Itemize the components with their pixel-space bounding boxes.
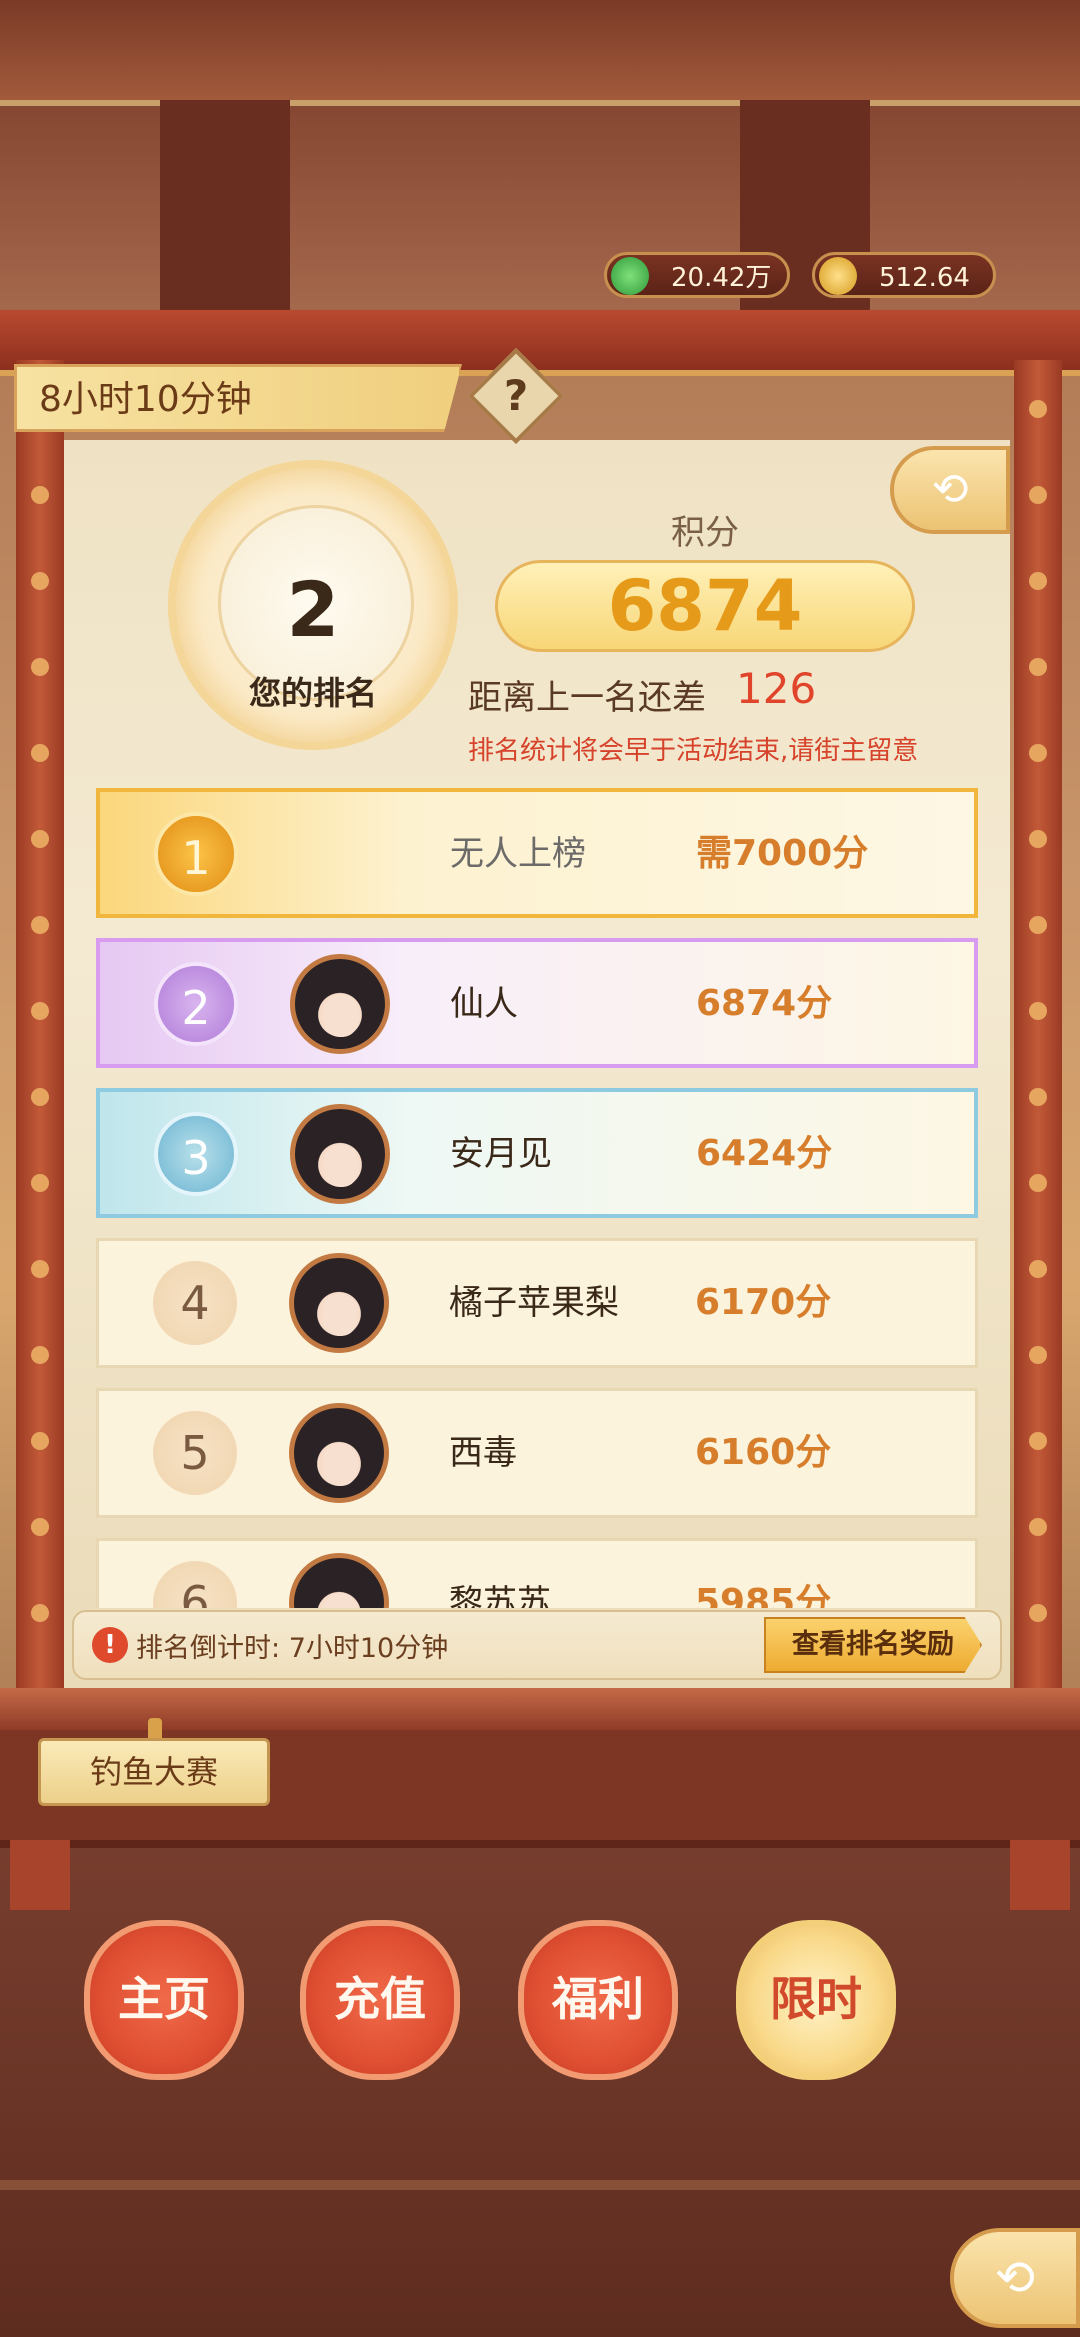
frame-ornament xyxy=(1029,486,1047,504)
frame-ornament xyxy=(31,916,49,934)
floor-line xyxy=(0,2180,1080,2190)
event-timer-banner: 8小时10分钟 xyxy=(14,364,462,432)
player-avatar[interactable] xyxy=(289,1253,389,1353)
player-name: 仙人 xyxy=(450,984,518,1024)
frame-ornament xyxy=(31,658,49,676)
leaderboard-row[interactable]: 4 橘子苹果梨 6170分 xyxy=(96,1238,978,1368)
frame-ornament xyxy=(1029,1260,1047,1278)
frame-ornament xyxy=(31,572,49,590)
frame-ornament xyxy=(31,1604,49,1622)
nav-welfare-button[interactable]: 福利 xyxy=(518,1920,678,2080)
roof-border xyxy=(0,0,1080,106)
event-name-tag: 钓鱼大赛 xyxy=(38,1738,270,1806)
nav-recharge-button[interactable]: 充值 xyxy=(300,1920,460,2080)
player-avatar[interactable] xyxy=(289,1553,389,1608)
rank-badge-4: 4 xyxy=(153,1261,237,1345)
player-points: 6160分 xyxy=(695,1432,832,1473)
player-name: 黎苏苏 xyxy=(449,1583,551,1608)
frame-ornament xyxy=(1029,1174,1047,1192)
leaderboard-row[interactable]: 1 无人上榜 需7000分 xyxy=(96,788,978,918)
jade-currency-chip[interactable]: 20.42万 xyxy=(604,252,790,298)
score-title: 积分 xyxy=(671,513,739,553)
frame-ornament xyxy=(31,486,49,504)
frame-ornament xyxy=(1029,916,1047,934)
frame-ornament xyxy=(1029,658,1047,676)
rank-badge-2: 2 xyxy=(154,962,238,1046)
background-pillar xyxy=(160,100,290,340)
score-value: 6874 xyxy=(607,565,803,647)
frame-ornament xyxy=(31,1518,49,1536)
rank-badge-1: 1 xyxy=(154,812,238,896)
back-arrow-icon: ⟲ xyxy=(994,2250,1036,2306)
background-pillar xyxy=(740,100,870,340)
player-name: 安月见 xyxy=(450,1134,552,1174)
frame-ornament xyxy=(1029,1604,1047,1622)
rank-badge-3: 3 xyxy=(154,1112,238,1196)
countdown-label: 排名倒计时: xyxy=(136,1633,281,1664)
gold-currency-chip[interactable]: 512.64万 xyxy=(812,252,996,339)
frame-ornament xyxy=(1029,400,1047,418)
frame-ornament xyxy=(31,1002,49,1020)
frame-ornament xyxy=(1029,1432,1047,1450)
jade-coin-icon xyxy=(611,257,649,295)
stand-leg xyxy=(10,1840,70,1910)
frame-ornament xyxy=(31,1174,49,1192)
frame-ornament xyxy=(31,830,49,848)
player-points: 6874分 xyxy=(696,983,833,1024)
countdown-value: 7小时10分钟 xyxy=(288,1633,449,1664)
leaderboard-row[interactable]: 3 安月见 6424分 xyxy=(96,1088,978,1218)
player-points: 6170分 xyxy=(695,1282,832,1323)
player-name: 无人上榜 xyxy=(450,834,586,874)
board-frame-left xyxy=(16,360,64,1690)
player-avatar[interactable] xyxy=(290,1104,390,1204)
gold-coin-icon xyxy=(819,257,857,295)
help-icon[interactable]: ? xyxy=(482,362,550,430)
gap-label: 距离上一名还差 xyxy=(468,678,706,718)
jade-currency-value: 20.42万 xyxy=(671,263,772,293)
warning-icon: ! xyxy=(92,1627,128,1663)
frame-ornament xyxy=(1029,1518,1047,1536)
frame-ornament xyxy=(1029,1002,1047,1020)
countdown-text: 排名倒计时: 7小时10分钟 xyxy=(136,1626,448,1665)
my-rank-label: 您的排名 xyxy=(248,674,377,712)
board-frame-bottom xyxy=(0,1688,1080,1732)
player-points: 需7000分 xyxy=(696,833,869,874)
bottom-back-button[interactable]: ⟲ xyxy=(950,2228,1080,2328)
player-points: 5985分 xyxy=(695,1582,832,1608)
player-avatar[interactable] xyxy=(290,954,390,1054)
player-name: 橘子苹果梨 xyxy=(449,1283,619,1323)
frame-ornament xyxy=(31,1432,49,1450)
frame-ornament xyxy=(1029,1088,1047,1106)
my-rank-number: 2 xyxy=(286,565,340,654)
frame-ornament xyxy=(31,1088,49,1106)
back-arrow-icon: ⟲ xyxy=(931,464,969,515)
rank-badge-5: 5 xyxy=(153,1411,237,1495)
player-name: 西毒 xyxy=(449,1433,517,1473)
leaderboard-row[interactable]: 2 仙人 6874分 xyxy=(96,938,978,1068)
board-frame-right xyxy=(1014,360,1062,1690)
nav-limited-button[interactable]: 限时 xyxy=(736,1920,896,2080)
gap-value: 126 xyxy=(736,664,817,713)
player-points: 6424分 xyxy=(696,1133,833,1174)
frame-ornament xyxy=(1029,1346,1047,1364)
nav-home-button[interactable]: 主页 xyxy=(84,1920,244,2080)
rank-badge-6: 6 xyxy=(153,1561,237,1608)
frame-ornament xyxy=(31,1260,49,1278)
frame-ornament xyxy=(1029,744,1047,762)
player-avatar[interactable] xyxy=(289,1403,389,1503)
frame-ornament xyxy=(31,1346,49,1364)
frame-ornament xyxy=(1029,572,1047,590)
leaderboard-row[interactable]: 5 西毒 6160分 xyxy=(96,1388,978,1518)
leaderboard-row[interactable]: 6 黎苏苏 5985分 xyxy=(96,1538,978,1608)
stand-leg xyxy=(1010,1840,1070,1910)
leaderboard-list[interactable]: 1 无人上榜 需7000分 2 仙人 6874分 3 安月见 6424分 4 橘… xyxy=(88,778,986,1608)
frame-ornament xyxy=(1029,830,1047,848)
view-rewards-button[interactable]: 查看排名奖励 xyxy=(764,1617,982,1673)
frame-ornament xyxy=(31,744,49,762)
ranking-notice: 排名统计将会早于活动结束,请街主留意 xyxy=(468,736,919,766)
